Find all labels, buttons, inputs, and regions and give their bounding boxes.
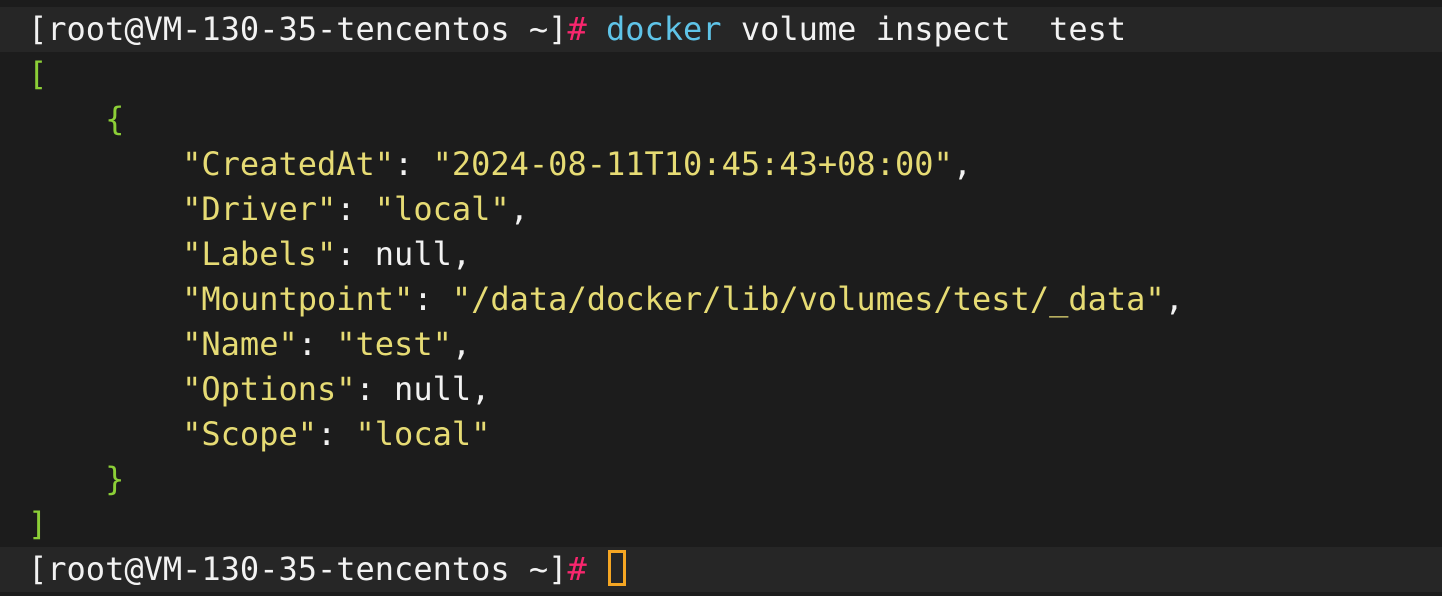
command-args: volume inspect test bbox=[740, 10, 1127, 48]
json-open-array-line: [ bbox=[0, 52, 1442, 97]
json-separator: : bbox=[336, 235, 375, 273]
json-entry-line: "Driver": "local", bbox=[0, 187, 1442, 232]
json-open-array: [ bbox=[28, 55, 48, 93]
json-close-object: } bbox=[105, 460, 125, 498]
json-value: "test" bbox=[336, 325, 452, 363]
json-entry-line: "CreatedAt": "2024-08-11T10:45:43+08:00"… bbox=[0, 142, 1442, 187]
json-key: "Driver" bbox=[182, 190, 337, 228]
json-value: "2024-08-11T10:45:43+08:00" bbox=[432, 145, 953, 183]
prompt-hash-active: # bbox=[567, 550, 587, 588]
json-separator: : bbox=[316, 415, 356, 453]
json-key: "CreatedAt" bbox=[182, 145, 395, 183]
json-trailing-comma: , bbox=[451, 325, 472, 363]
json-key: "Mountpoint" bbox=[182, 280, 414, 318]
json-trailing-comma: , bbox=[451, 235, 472, 273]
json-trailing-comma: , bbox=[1164, 280, 1184, 318]
text-cursor[interactable] bbox=[607, 550, 626, 586]
json-trailing-comma: , bbox=[471, 370, 491, 408]
json-open-object: { bbox=[105, 100, 125, 138]
json-trailing-comma: , bbox=[509, 190, 529, 228]
command-line: [root@VM-130-35-tencentos ~]# docker vol… bbox=[0, 7, 1442, 52]
json-key: "Options" bbox=[182, 370, 356, 408]
json-value: "/data/docker/lib/volumes/test/_data" bbox=[451, 280, 1165, 318]
json-separator: : bbox=[336, 190, 375, 228]
json-entry-line: "Scope": "local" bbox=[0, 412, 1442, 457]
json-separator: : bbox=[394, 145, 433, 183]
active-prompt-line[interactable]: [root@VM-130-35-tencentos ~]# bbox=[0, 547, 1442, 592]
json-close-array: ] bbox=[28, 505, 48, 543]
json-close-object-line: } bbox=[0, 457, 1442, 502]
prompt-hash: # bbox=[567, 10, 587, 48]
json-key: "Name" bbox=[182, 325, 298, 363]
previous-output-strip bbox=[0, 0, 1442, 6]
json-close-array-line: ] bbox=[0, 502, 1442, 547]
json-entry-line: "Name": "test", bbox=[0, 322, 1442, 367]
json-entry-line: "Options": null, bbox=[0, 367, 1442, 412]
json-separator: : bbox=[413, 280, 452, 318]
json-separator: : bbox=[297, 325, 337, 363]
json-key: "Labels" bbox=[182, 235, 337, 273]
json-key: "Scope" bbox=[182, 415, 317, 453]
json-separator: : bbox=[355, 370, 395, 408]
json-trailing-comma: , bbox=[952, 145, 973, 183]
command-name: docker bbox=[605, 10, 722, 48]
json-entry-line: "Mountpoint": "/data/docker/lib/volumes/… bbox=[0, 277, 1442, 322]
json-entry-line: "Labels": null, bbox=[0, 232, 1442, 277]
json-value: null bbox=[374, 235, 452, 273]
json-value: "local" bbox=[374, 190, 510, 228]
json-value: "local" bbox=[355, 415, 491, 453]
json-open-object-line: { bbox=[0, 97, 1442, 142]
shell-prompt: [root@VM-130-35-tencentos ~] bbox=[28, 10, 568, 48]
terminal-window[interactable]: [root@VM-130-35-tencentos ~]# docker vol… bbox=[0, 0, 1442, 596]
json-value: null bbox=[394, 370, 472, 408]
shell-prompt-active: [root@VM-130-35-tencentos ~] bbox=[28, 550, 568, 588]
